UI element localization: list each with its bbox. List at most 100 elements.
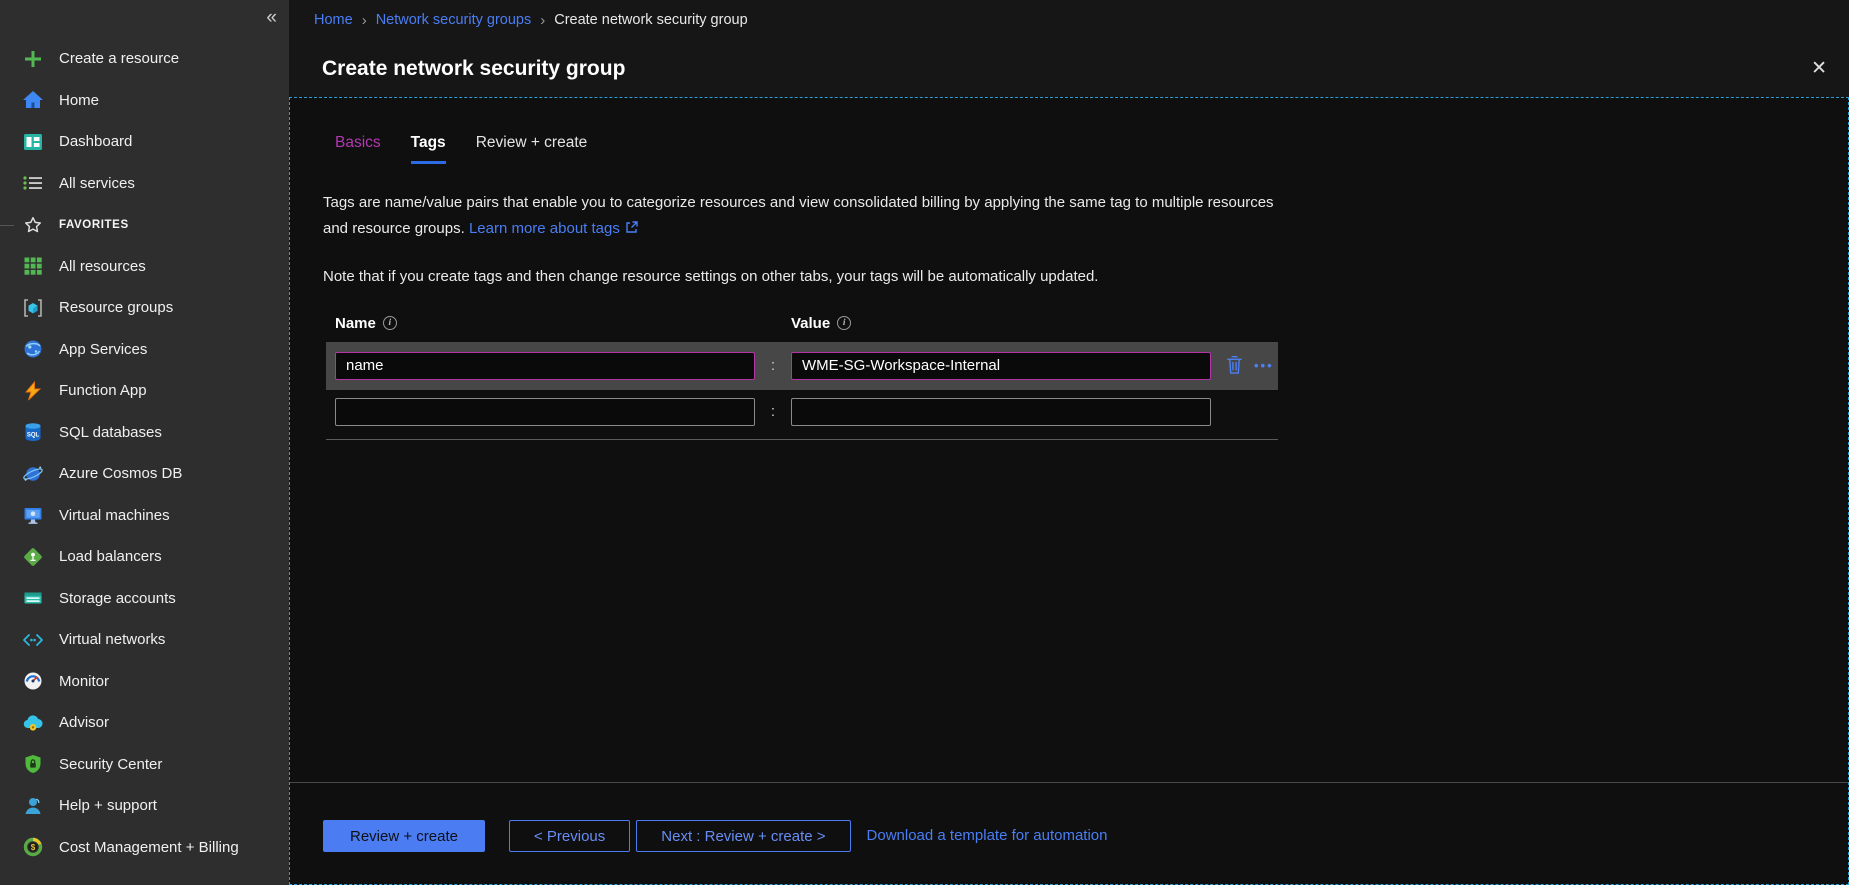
storage-icon xyxy=(22,587,44,609)
breadcrumb-parent-link[interactable]: Network security groups xyxy=(376,12,532,28)
sidebar-item-label: Help + support xyxy=(59,797,157,814)
tab-basics[interactable]: Basics xyxy=(335,134,381,164)
sidebar-item-label: Function App xyxy=(59,382,147,399)
grid-icon xyxy=(22,255,44,277)
name-column-header: Name i xyxy=(335,315,791,332)
sidebar-item-label: SQL databases xyxy=(59,424,162,441)
shield-lock-icon xyxy=(22,753,44,775)
sidebar-item-label: Dashboard xyxy=(59,133,132,150)
tags-description: Tags are name/value pairs that enable yo… xyxy=(323,190,1298,244)
previous-button[interactable]: < Previous xyxy=(509,820,630,852)
breadcrumb-home-link[interactable]: Home xyxy=(314,12,353,28)
value-column-header: Value i xyxy=(791,315,851,332)
name-header-label: Name xyxy=(335,315,376,332)
external-link-icon xyxy=(625,217,638,243)
sidebar-item-home[interactable]: Home xyxy=(0,80,289,122)
sql-database-icon: SQL xyxy=(22,421,44,443)
sidebar-item-label: Monitor xyxy=(59,673,109,690)
sidebar-nav: Create a resource Home Dashboard All ser… xyxy=(0,0,289,868)
favorites-label: FAVORITES xyxy=(59,219,129,231)
load-balancer-icon xyxy=(22,546,44,568)
wizard-footer: Review + create < Previous Next : Review… xyxy=(290,782,1848,884)
sidebar-item-storage-accounts[interactable]: Storage accounts xyxy=(0,578,289,620)
gauge-icon xyxy=(22,670,44,692)
sidebar-favorites-header: FAVORITES xyxy=(0,204,289,246)
tag-name-input[interactable] xyxy=(335,352,755,380)
sidebar: « Create a resource Home Dashboard xyxy=(0,0,289,885)
svg-text:SQL: SQL xyxy=(27,433,40,439)
tags-table: Name i Value i : ••• xyxy=(326,315,1278,440)
tag-name-input[interactable] xyxy=(335,398,755,426)
sidebar-item-app-services[interactable]: App Services xyxy=(0,329,289,371)
sidebar-item-label: Resource groups xyxy=(59,299,173,316)
sidebar-item-label: Create a resource xyxy=(59,50,179,67)
close-icon[interactable]: ✕ xyxy=(1811,59,1827,78)
table-divider xyxy=(326,439,1278,440)
sidebar-item-virtual-networks[interactable]: Virtual networks xyxy=(0,619,289,661)
sidebar-item-load-balancers[interactable]: Load balancers xyxy=(0,536,289,578)
sidebar-item-label: Storage accounts xyxy=(59,590,176,607)
sidebar-item-dashboard[interactable]: Dashboard xyxy=(0,121,289,163)
collapse-sidebar-button[interactable]: « xyxy=(266,8,277,27)
virtual-machine-icon xyxy=(22,504,44,526)
tab-review-create[interactable]: Review + create xyxy=(476,134,588,164)
plus-icon xyxy=(22,48,44,70)
sidebar-item-label: Virtual networks xyxy=(59,631,165,648)
sidebar-item-sql-databases[interactable]: SQL SQL databases xyxy=(0,412,289,454)
globe-icon xyxy=(22,338,44,360)
page-title: Create network security group xyxy=(322,57,625,81)
chevron-right-icon: › xyxy=(362,12,367,29)
chevron-right-icon: › xyxy=(540,12,545,29)
info-icon[interactable]: i xyxy=(383,316,397,330)
tag-value-input[interactable] xyxy=(791,352,1211,380)
tab-tags[interactable]: Tags xyxy=(411,134,446,164)
sidebar-item-label: Azure Cosmos DB xyxy=(59,465,182,482)
sidebar-item-monitor[interactable]: Monitor xyxy=(0,661,289,703)
tag-row: : xyxy=(326,392,1278,432)
sidebar-item-cost-management[interactable]: $ Cost Management + Billing xyxy=(0,827,289,869)
help-person-icon xyxy=(22,795,44,817)
info-icon[interactable]: i xyxy=(837,316,851,330)
sidebar-item-label: Virtual machines xyxy=(59,507,170,524)
create-nsg-panel: Basics Tags Review + create Tags are nam… xyxy=(289,97,1849,885)
sidebar-item-label: Cost Management + Billing xyxy=(59,839,239,856)
sidebar-item-resource-groups[interactable]: Resource groups xyxy=(0,287,289,329)
next-button[interactable]: Next : Review + create > xyxy=(636,820,850,852)
review-create-button[interactable]: Review + create xyxy=(323,820,485,852)
breadcrumb: Home › Network security groups › Create … xyxy=(289,0,1849,40)
star-icon xyxy=(22,214,44,236)
sidebar-item-azure-cosmos-db[interactable]: Azure Cosmos DB xyxy=(0,453,289,495)
cost-ring-icon: $ xyxy=(22,836,44,858)
tags-table-header: Name i Value i xyxy=(326,315,1278,332)
home-icon xyxy=(22,89,44,111)
tags-note: Note that if you create tags and then ch… xyxy=(323,268,1848,285)
azure-portal: « Create a resource Home Dashboard xyxy=(0,0,1849,885)
sidebar-item-label: All services xyxy=(59,175,135,192)
sidebar-item-advisor[interactable]: Advisor xyxy=(0,702,289,744)
trash-icon xyxy=(1225,354,1244,378)
tab-bar: Basics Tags Review + create xyxy=(335,134,1848,164)
breadcrumb-current: Create network security group xyxy=(554,12,747,28)
sidebar-item-label: Home xyxy=(59,92,99,109)
tag-value-input[interactable] xyxy=(791,398,1211,426)
cosmos-db-icon xyxy=(22,463,44,485)
svg-text:$: $ xyxy=(31,843,36,852)
sidebar-item-label: Load balancers xyxy=(59,548,162,565)
sidebar-item-virtual-machines[interactable]: Virtual machines xyxy=(0,495,289,537)
learn-more-link[interactable]: Learn more about tags xyxy=(469,220,620,237)
advisor-cloud-icon xyxy=(22,712,44,734)
name-value-separator: : xyxy=(755,357,791,374)
sidebar-item-all-services[interactable]: All services xyxy=(0,163,289,205)
delete-tag-button[interactable] xyxy=(1225,354,1244,378)
sidebar-item-create-a-resource[interactable]: Create a resource xyxy=(0,38,289,80)
more-options-icon[interactable]: ••• xyxy=(1254,358,1274,373)
download-template-link[interactable]: Download a template for automation xyxy=(867,820,1108,852)
sidebar-item-all-resources[interactable]: All resources xyxy=(0,246,289,288)
sidebar-item-help-support[interactable]: Help + support xyxy=(0,785,289,827)
sidebar-item-function-app[interactable]: Function App xyxy=(0,370,289,412)
value-header-label: Value xyxy=(791,315,830,332)
sidebar-item-security-center[interactable]: Security Center xyxy=(0,744,289,786)
dashboard-icon xyxy=(22,131,44,153)
sidebar-item-label: App Services xyxy=(59,341,147,358)
tags-description-text: Tags are name/value pairs that enable yo… xyxy=(323,194,1274,237)
